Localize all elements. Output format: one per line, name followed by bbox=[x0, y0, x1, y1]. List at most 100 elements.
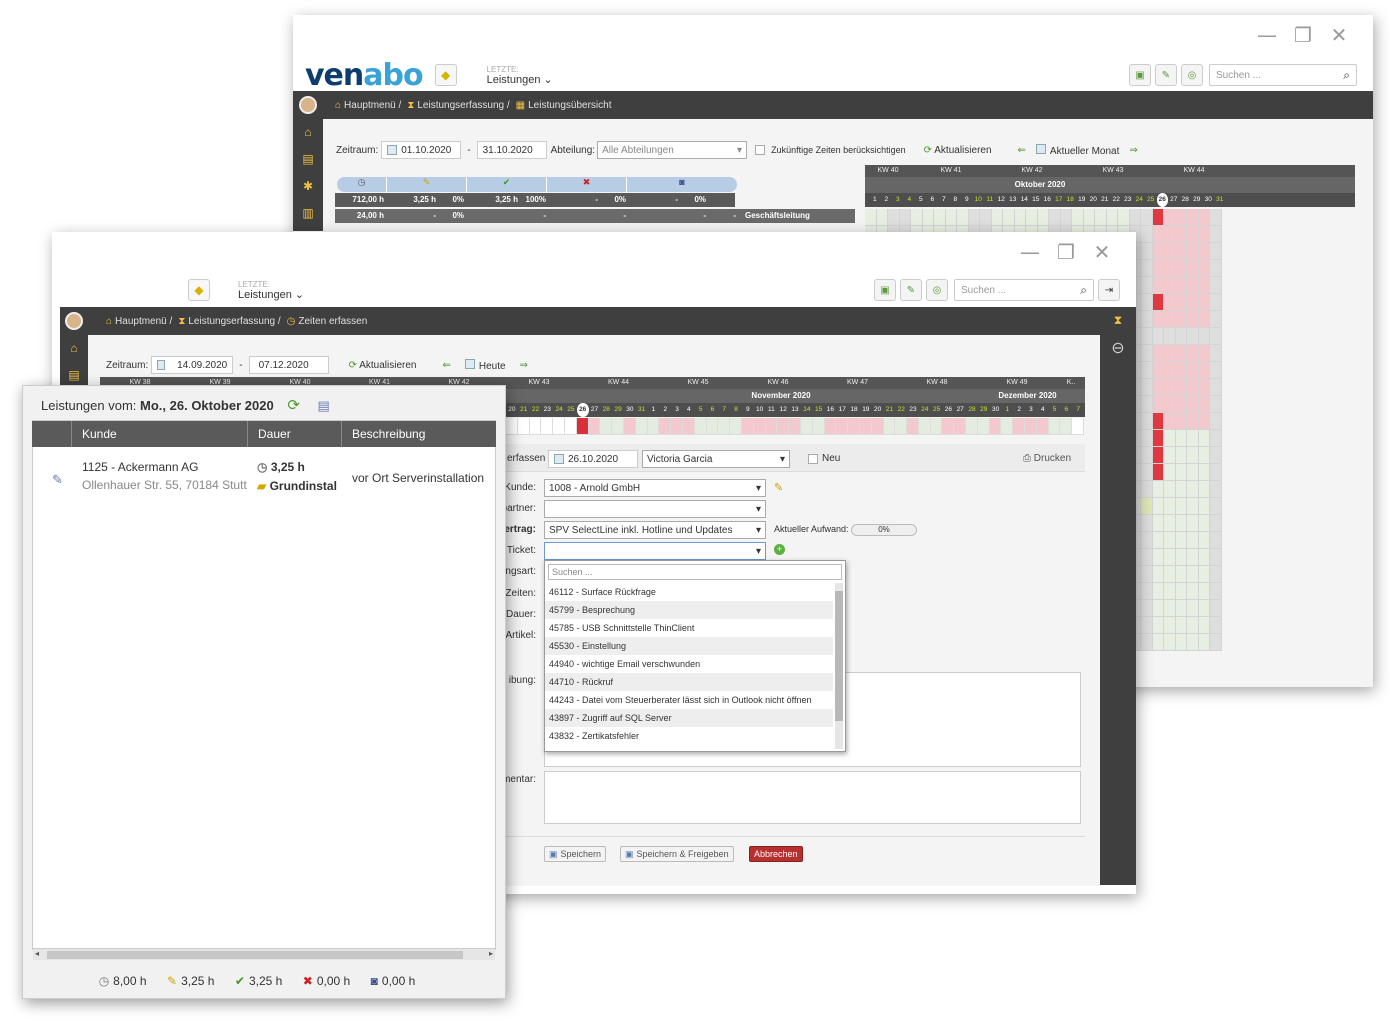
vertrag-select[interactable]: SPV SelectLine inkl. Hotline und Updates… bbox=[544, 521, 766, 539]
calendar-cell[interactable] bbox=[1141, 447, 1153, 464]
calendar-cell[interactable] bbox=[1175, 311, 1187, 328]
calendar-cell[interactable] bbox=[1175, 430, 1187, 447]
ticket-option[interactable]: 44243 - Datei vom Steuerberater lässt si… bbox=[545, 691, 833, 709]
calendar-cell[interactable] bbox=[1152, 617, 1164, 634]
calendar-cell[interactable] bbox=[1210, 311, 1222, 328]
ticket-search-input[interactable]: Suchen ... bbox=[548, 564, 842, 580]
calendar-cell[interactable] bbox=[647, 418, 660, 435]
calendar-cell[interactable] bbox=[945, 209, 957, 226]
calendar-cell[interactable] bbox=[1164, 311, 1176, 328]
calendar-cell[interactable] bbox=[980, 209, 992, 226]
calendar-cell[interactable] bbox=[1198, 345, 1210, 362]
close-icon[interactable]: ✕ bbox=[1084, 240, 1120, 264]
calendar-cell[interactable] bbox=[1141, 634, 1153, 651]
calendar-cell[interactable] bbox=[1187, 600, 1199, 617]
calendar-cell[interactable] bbox=[1164, 617, 1176, 634]
calendar-cell[interactable] bbox=[1210, 362, 1222, 379]
calendar-cell[interactable] bbox=[1164, 566, 1176, 583]
calendar-cell[interactable] bbox=[1210, 566, 1222, 583]
calendar-cell[interactable] bbox=[1152, 362, 1164, 379]
calendar-cell[interactable] bbox=[1152, 600, 1164, 617]
calendar-cell[interactable] bbox=[954, 418, 967, 435]
calendar-cell[interactable] bbox=[1141, 345, 1153, 362]
calendar-cell[interactable] bbox=[1187, 328, 1199, 345]
calendar-cell[interactable] bbox=[1187, 209, 1199, 226]
calendar-cell[interactable] bbox=[1141, 362, 1153, 379]
calendar-cell[interactable] bbox=[1198, 311, 1210, 328]
refresh-icon[interactable]: ⟳ bbox=[287, 397, 300, 414]
add-document-icon[interactable]: ▣ bbox=[874, 279, 896, 301]
recent-menu[interactable]: LETZTE: Leistungen ⌄ bbox=[238, 280, 304, 301]
recent-menu[interactable]: LETZTE: Leistungen ⌄ bbox=[487, 65, 553, 86]
calendar-cell[interactable] bbox=[1187, 566, 1199, 583]
calendar-cell[interactable] bbox=[1026, 209, 1038, 226]
calendar-cell[interactable] bbox=[1164, 226, 1176, 243]
calendar-cell[interactable] bbox=[1152, 498, 1164, 515]
calendar-cell[interactable] bbox=[1198, 447, 1210, 464]
calendar-cell[interactable] bbox=[991, 209, 1003, 226]
calendar-cell[interactable] bbox=[1141, 566, 1153, 583]
calendar-cell[interactable] bbox=[1164, 481, 1176, 498]
calendar-cell[interactable] bbox=[789, 418, 801, 435]
date-from-input[interactable]: 01.10.2020 bbox=[381, 141, 462, 159]
calendar-cell[interactable] bbox=[1037, 209, 1049, 226]
calendar-cell[interactable] bbox=[1210, 430, 1222, 447]
calendar-cell[interactable] bbox=[506, 418, 518, 435]
calendar-cell[interactable] bbox=[1048, 418, 1061, 435]
calendar-cell[interactable] bbox=[1175, 617, 1187, 634]
calendar-cell[interactable] bbox=[883, 418, 896, 435]
calendar-cell[interactable] bbox=[899, 209, 911, 226]
calendar-cell[interactable] bbox=[1152, 311, 1164, 328]
add-document-icon[interactable]: ▣ bbox=[1129, 64, 1151, 86]
calendar-cell[interactable] bbox=[1141, 243, 1153, 260]
calendar-cell[interactable] bbox=[1175, 515, 1187, 532]
calendar-cell[interactable] bbox=[1164, 634, 1176, 651]
calendar-cell[interactable] bbox=[1141, 600, 1153, 617]
folder-open-icon[interactable]: ▥ bbox=[293, 199, 323, 226]
calendar-cell[interactable] bbox=[1141, 328, 1153, 345]
calendar-cell[interactable] bbox=[1164, 379, 1176, 396]
calendar-cell[interactable] bbox=[541, 418, 554, 435]
ticket-option[interactable]: 46112 - Surface Rückfrage bbox=[545, 583, 833, 601]
calendar-cell[interactable] bbox=[1198, 617, 1210, 634]
calendar-cell[interactable] bbox=[1198, 481, 1210, 498]
calendar-cell[interactable] bbox=[1152, 464, 1164, 481]
search-input[interactable]: Suchen ... ⌕ bbox=[954, 279, 1094, 301]
ticket-option[interactable]: 44710 - Rückruf bbox=[545, 673, 833, 691]
calendar-cell[interactable] bbox=[871, 418, 884, 435]
calendar-cell[interactable] bbox=[765, 418, 778, 435]
breadcrumb-home[interactable]: ⌂ Hauptmenü / bbox=[335, 100, 401, 111]
scroll-left-icon[interactable]: ◂ bbox=[35, 949, 39, 958]
calendar-cell[interactable] bbox=[1210, 549, 1222, 566]
calendar-cell[interactable] bbox=[1003, 209, 1015, 226]
refresh-document-icon[interactable]: ◎ bbox=[1181, 64, 1203, 86]
calendar-cell[interactable] bbox=[1141, 498, 1153, 515]
calendar-cell[interactable] bbox=[957, 209, 969, 226]
calendar-cell[interactable] bbox=[1175, 294, 1187, 311]
home-icon[interactable]: ⌂ bbox=[293, 118, 323, 145]
calendar-cell[interactable] bbox=[1141, 277, 1153, 294]
calendar-cell[interactable] bbox=[517, 418, 530, 435]
calendar-cell[interactable] bbox=[1025, 418, 1037, 435]
calendar-cell[interactable] bbox=[1164, 260, 1176, 277]
calendar-cell[interactable] bbox=[1187, 277, 1199, 294]
refresh-button[interactable]: ⟳ Aktualisieren bbox=[349, 360, 417, 371]
calendar-cell[interactable] bbox=[1141, 430, 1153, 447]
calendar-cell[interactable] bbox=[1187, 362, 1199, 379]
hourglass-icon[interactable]: ⧗ bbox=[1100, 307, 1136, 334]
calendar-cell[interactable] bbox=[1210, 294, 1222, 311]
horizontal-scrollbar[interactable]: ◂ ▸ bbox=[33, 948, 495, 960]
calendar-cell[interactable] bbox=[1175, 379, 1187, 396]
date-input[interactable]: 26.10.2020 bbox=[548, 450, 638, 468]
calendar-cell[interactable] bbox=[922, 209, 934, 226]
calendar-cell[interactable] bbox=[1164, 328, 1176, 345]
calendar-cell[interactable] bbox=[1187, 549, 1199, 566]
calendar-cell[interactable] bbox=[1210, 243, 1222, 260]
kunde-select[interactable]: 1008 - Arnold GmbH ▾ bbox=[544, 479, 766, 497]
calendar-cell[interactable] bbox=[1164, 209, 1176, 226]
calendar-cell[interactable] bbox=[1210, 464, 1222, 481]
maximize-icon[interactable]: ❐ bbox=[1285, 23, 1321, 47]
calendar-cell[interactable] bbox=[1164, 362, 1176, 379]
calendar-cell[interactable] bbox=[1175, 328, 1187, 345]
calendar-cell[interactable] bbox=[1164, 532, 1176, 549]
